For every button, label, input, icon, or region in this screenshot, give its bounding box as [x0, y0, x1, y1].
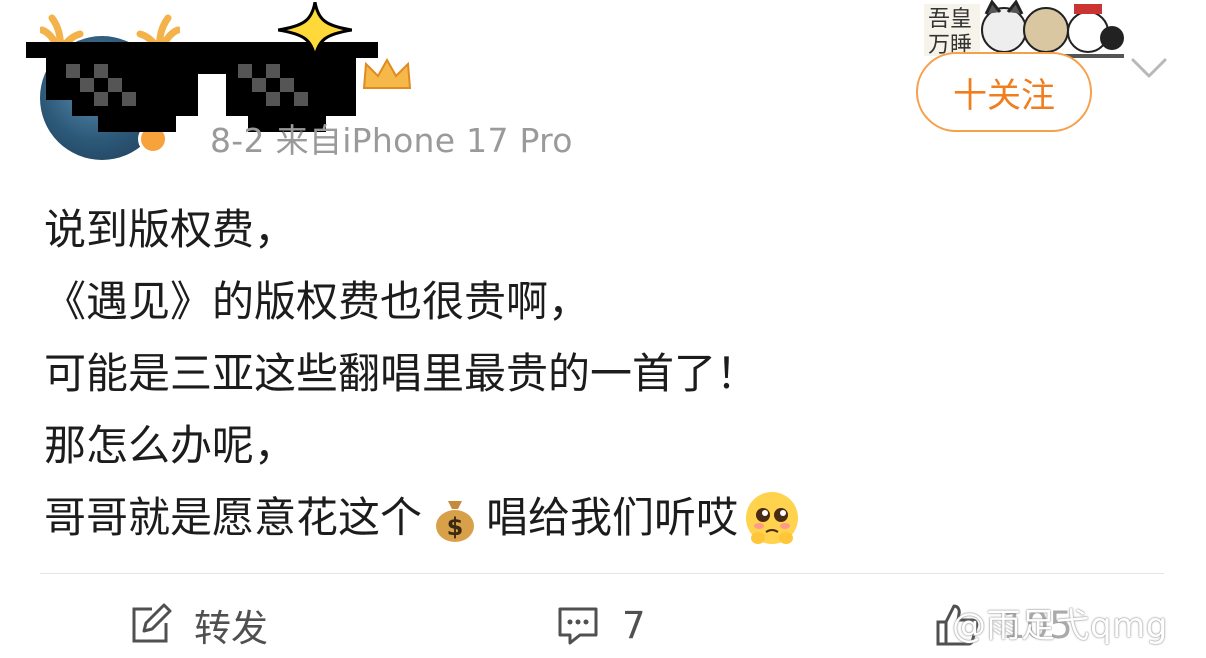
follow-button[interactable]: 十关注 [916, 52, 1092, 132]
money-bag-emoji-icon: $ [436, 501, 475, 542]
comment-count: 7 [622, 603, 646, 647]
repost-button[interactable]: 转发 [128, 600, 268, 650]
svg-text:吾皇: 吾皇 [928, 7, 972, 32]
pleading-face-emoji-icon [746, 492, 799, 544]
cat-sticker-image: 吾皇 万睡 [924, 0, 1124, 58]
post-line-segment: 哥哥就是愿意花这个 [44, 493, 423, 542]
divider [40, 573, 1164, 574]
crown-badge-icon [362, 57, 412, 89]
sparkle-icon [278, 2, 352, 58]
post-line-with-emoji: 哥哥就是愿意花这个 $ 唱给我们听哎 [44, 482, 1144, 554]
follow-label: 十关注 [953, 75, 1055, 116]
post-meta: 8-2 来自iPhone 17 Pro [210, 121, 573, 160]
watermark: @雨足弋qmg [952, 606, 1168, 646]
repost-icon [132, 603, 172, 643]
chevron-down-icon[interactable] [1130, 56, 1168, 80]
svg-text:$: $ [447, 513, 464, 541]
post-line: 可能是三亚这些翻唱里最贵的一首了！ [44, 349, 759, 398]
post-line: 《遇见》的版权费也很贵啊， [44, 277, 591, 326]
post-content: 说到版权费， 《遇见》的版权费也很贵啊， 可能是三亚这些翻唱里最贵的一首了！ 那… [44, 194, 1144, 554]
comment-icon [558, 607, 598, 645]
post-line: 那怎么办呢， [44, 421, 297, 470]
post-line: 说到版权费， [44, 205, 297, 254]
post-line-segment: 唱给我们听哎 [486, 493, 739, 542]
repost-label: 转发 [194, 607, 268, 650]
comment-button[interactable]: 7 [556, 600, 646, 650]
